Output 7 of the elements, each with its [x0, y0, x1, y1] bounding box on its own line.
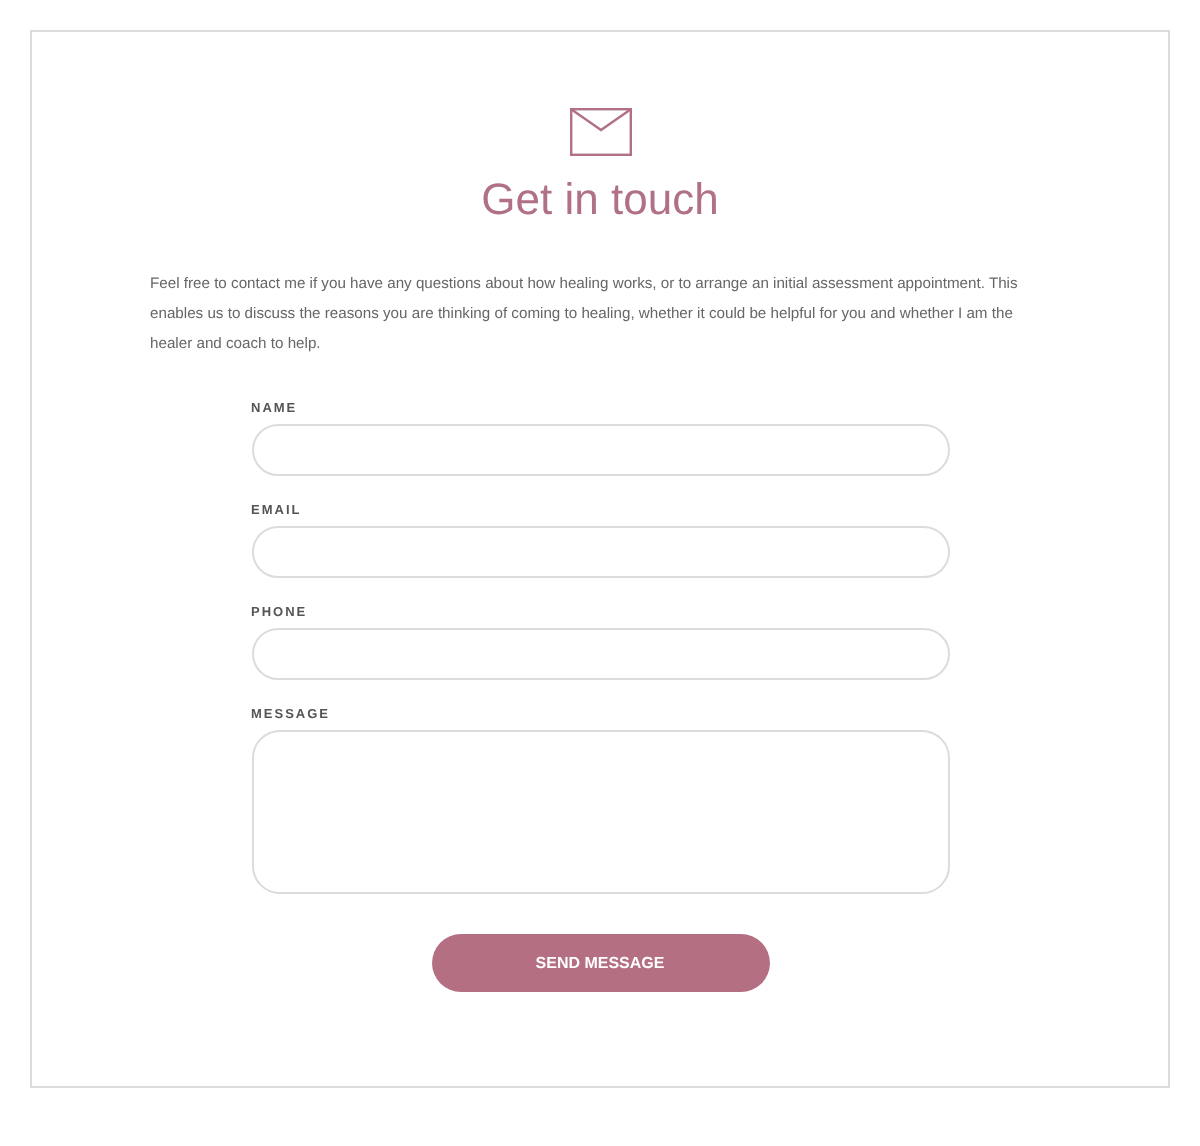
- page-title: Get in touch: [481, 172, 719, 228]
- input-field[interactable]: [251, 526, 949, 578]
- message-field[interactable]: [251, 730, 949, 894]
- input-field[interactable]: [251, 628, 949, 680]
- send-message-button[interactable]: SEND MESSAGE: [431, 934, 769, 992]
- input-field[interactable]: [251, 424, 949, 476]
- envelope-icon: [569, 108, 631, 156]
